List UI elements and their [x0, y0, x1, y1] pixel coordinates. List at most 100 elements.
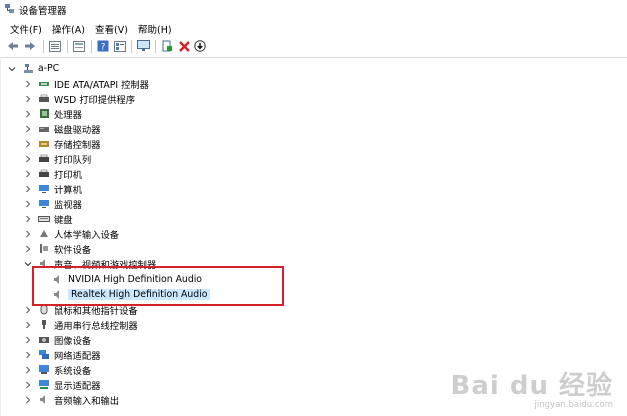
- device-manager-icon: [4, 3, 15, 14]
- chevron-right-icon[interactable]: [24, 245, 32, 253]
- tree-item-ide[interactable]: IDE ATA/ATAPI 控制器: [24, 76, 149, 91]
- help-page-icon[interactable]: [72, 39, 86, 53]
- printer-icon: [38, 168, 50, 179]
- tree-item-label: 磁盘驱动器: [54, 124, 101, 136]
- menu-help[interactable]: 帮助(H): [138, 22, 172, 36]
- tree-item-system[interactable]: 系统设备: [24, 362, 91, 377]
- tree-item-label: 打印机: [54, 169, 82, 181]
- tree-item-label: 打印队列: [54, 154, 92, 166]
- computer-root-icon: [22, 63, 34, 74]
- tree-item-label: 监视器: [54, 199, 82, 211]
- tree-item-label: 键盘: [54, 214, 73, 226]
- ide-controller-icon: [38, 78, 50, 89]
- tree-item-usb[interactable]: 通用串行总线控制器: [24, 317, 138, 332]
- tree-item-monitor[interactable]: 监视器: [24, 196, 82, 211]
- hid-icon: [38, 228, 50, 239]
- tree-item-label: 计算机: [54, 184, 82, 196]
- tree-item-hid[interactable]: 人体学输入设备: [24, 226, 119, 241]
- tree-item-software[interactable]: 软件设备: [24, 241, 91, 256]
- tree-item-label: 音频输入和输出: [54, 395, 120, 407]
- tree-root[interactable]: a-PC: [8, 61, 59, 76]
- chevron-right-icon[interactable]: [24, 95, 32, 103]
- annotation-highlight-box: [32, 266, 284, 306]
- disk-drive-icon: [38, 123, 50, 134]
- uninstall-icon[interactable]: [177, 39, 191, 53]
- chevron-right-icon[interactable]: [24, 155, 32, 163]
- chevron-right-icon[interactable]: [24, 200, 32, 208]
- monitor-icon: [38, 198, 50, 209]
- tree-item-label: 人体学输入设备: [54, 229, 120, 241]
- display-adapter-icon: [38, 379, 50, 390]
- menu-bar: 文件(F) 操作(A) 查看(V) 帮助(H): [0, 20, 627, 36]
- tree-item-label: 软件设备: [54, 244, 92, 256]
- tree-item-label: 处理器: [54, 109, 82, 121]
- tree-item-label: WSD 打印提供程序: [54, 94, 135, 106]
- menu-file[interactable]: 文件(F): [10, 22, 42, 36]
- monitor-icon[interactable]: [136, 39, 150, 53]
- chevron-right-icon[interactable]: [24, 351, 32, 359]
- chevron-right-icon[interactable]: [24, 366, 32, 374]
- chevron-right-icon[interactable]: [24, 125, 32, 133]
- root-label: a-PC: [38, 63, 60, 74]
- help-icon[interactable]: ?: [96, 39, 110, 53]
- chevron-right-icon[interactable]: [24, 381, 32, 389]
- chevron-right-icon[interactable]: [24, 230, 32, 238]
- chevron-right-icon[interactable]: [24, 321, 32, 329]
- chevron-right-icon[interactable]: [24, 185, 32, 193]
- printer-provider-icon: [38, 93, 50, 104]
- usb-icon: [38, 319, 50, 330]
- tree-item-keyboard[interactable]: 键盘: [24, 211, 73, 226]
- processor-icon: [38, 108, 50, 119]
- system-device-icon: [38, 364, 50, 375]
- camera-icon: [38, 334, 50, 345]
- tree-item-processor[interactable]: 处理器: [24, 106, 82, 121]
- window-title: 设备管理器: [19, 6, 67, 17]
- menu-action[interactable]: 操作(A): [52, 22, 85, 36]
- chevron-right-icon[interactable]: [24, 215, 32, 223]
- tree-item-printer[interactable]: 打印机: [24, 166, 82, 181]
- svg-text:?: ?: [101, 43, 106, 53]
- title-bar: 设备管理器: [0, 0, 627, 18]
- tree-item-print-queue[interactable]: 打印队列: [24, 151, 91, 166]
- device-list-icon[interactable]: [113, 39, 127, 53]
- network-icon: [38, 349, 50, 360]
- tree-item-label: 网络适配器: [54, 350, 101, 362]
- tree-item-label: IDE ATA/ATAPI 控制器: [54, 79, 149, 91]
- tree-item-display[interactable]: 显示适配器: [24, 377, 101, 392]
- toolbar: ?: [0, 37, 627, 58]
- tree-item-storage[interactable]: 存储控制器: [24, 136, 101, 151]
- chevron-right-icon[interactable]: [24, 140, 32, 148]
- chevron-down-icon[interactable]: [8, 65, 16, 73]
- print-queue-icon: [38, 153, 50, 164]
- tree-item-wsd[interactable]: WSD 打印提供程序: [24, 91, 135, 106]
- menu-view[interactable]: 查看(V): [95, 22, 128, 36]
- chevron-right-icon[interactable]: [24, 336, 32, 344]
- watermark: Bai du 经验 jingyan.baidu.com: [451, 365, 614, 410]
- chevron-down-icon[interactable]: [24, 260, 32, 268]
- tree-item-camera[interactable]: 图像设备: [24, 332, 91, 347]
- properties-view-icon[interactable]: [48, 39, 62, 53]
- forward-icon[interactable]: [23, 39, 37, 53]
- keyboard-icon: [38, 213, 50, 224]
- chevron-right-icon[interactable]: [24, 170, 32, 178]
- tree-item-label: 图像设备: [54, 335, 92, 347]
- tree-item-label: 系统设备: [54, 365, 92, 377]
- software-device-icon: [38, 243, 50, 254]
- tree-item-label: 通用串行总线控制器: [54, 320, 138, 332]
- download-icon[interactable]: [193, 39, 207, 53]
- back-icon[interactable]: [6, 39, 20, 53]
- tree-item-label: 显示适配器: [54, 380, 101, 392]
- tree-item-network[interactable]: 网络适配器: [24, 347, 101, 362]
- tree-item-computer[interactable]: 计算机: [24, 181, 82, 196]
- tree-item-disk[interactable]: 磁盘驱动器: [24, 121, 101, 136]
- chevron-right-icon[interactable]: [24, 110, 32, 118]
- chevron-right-icon[interactable]: [24, 306, 32, 314]
- add-driver-icon[interactable]: [160, 39, 174, 53]
- tree-item-audio-io[interactable]: 音频输入和输出: [24, 392, 119, 407]
- chevron-right-icon[interactable]: [24, 396, 32, 404]
- storage-controller-icon: [38, 138, 50, 149]
- tree-item-label: 存储控制器: [54, 139, 101, 151]
- computer-icon: [38, 183, 50, 194]
- audio-io-icon: [38, 394, 50, 405]
- chevron-right-icon[interactable]: [24, 80, 32, 88]
